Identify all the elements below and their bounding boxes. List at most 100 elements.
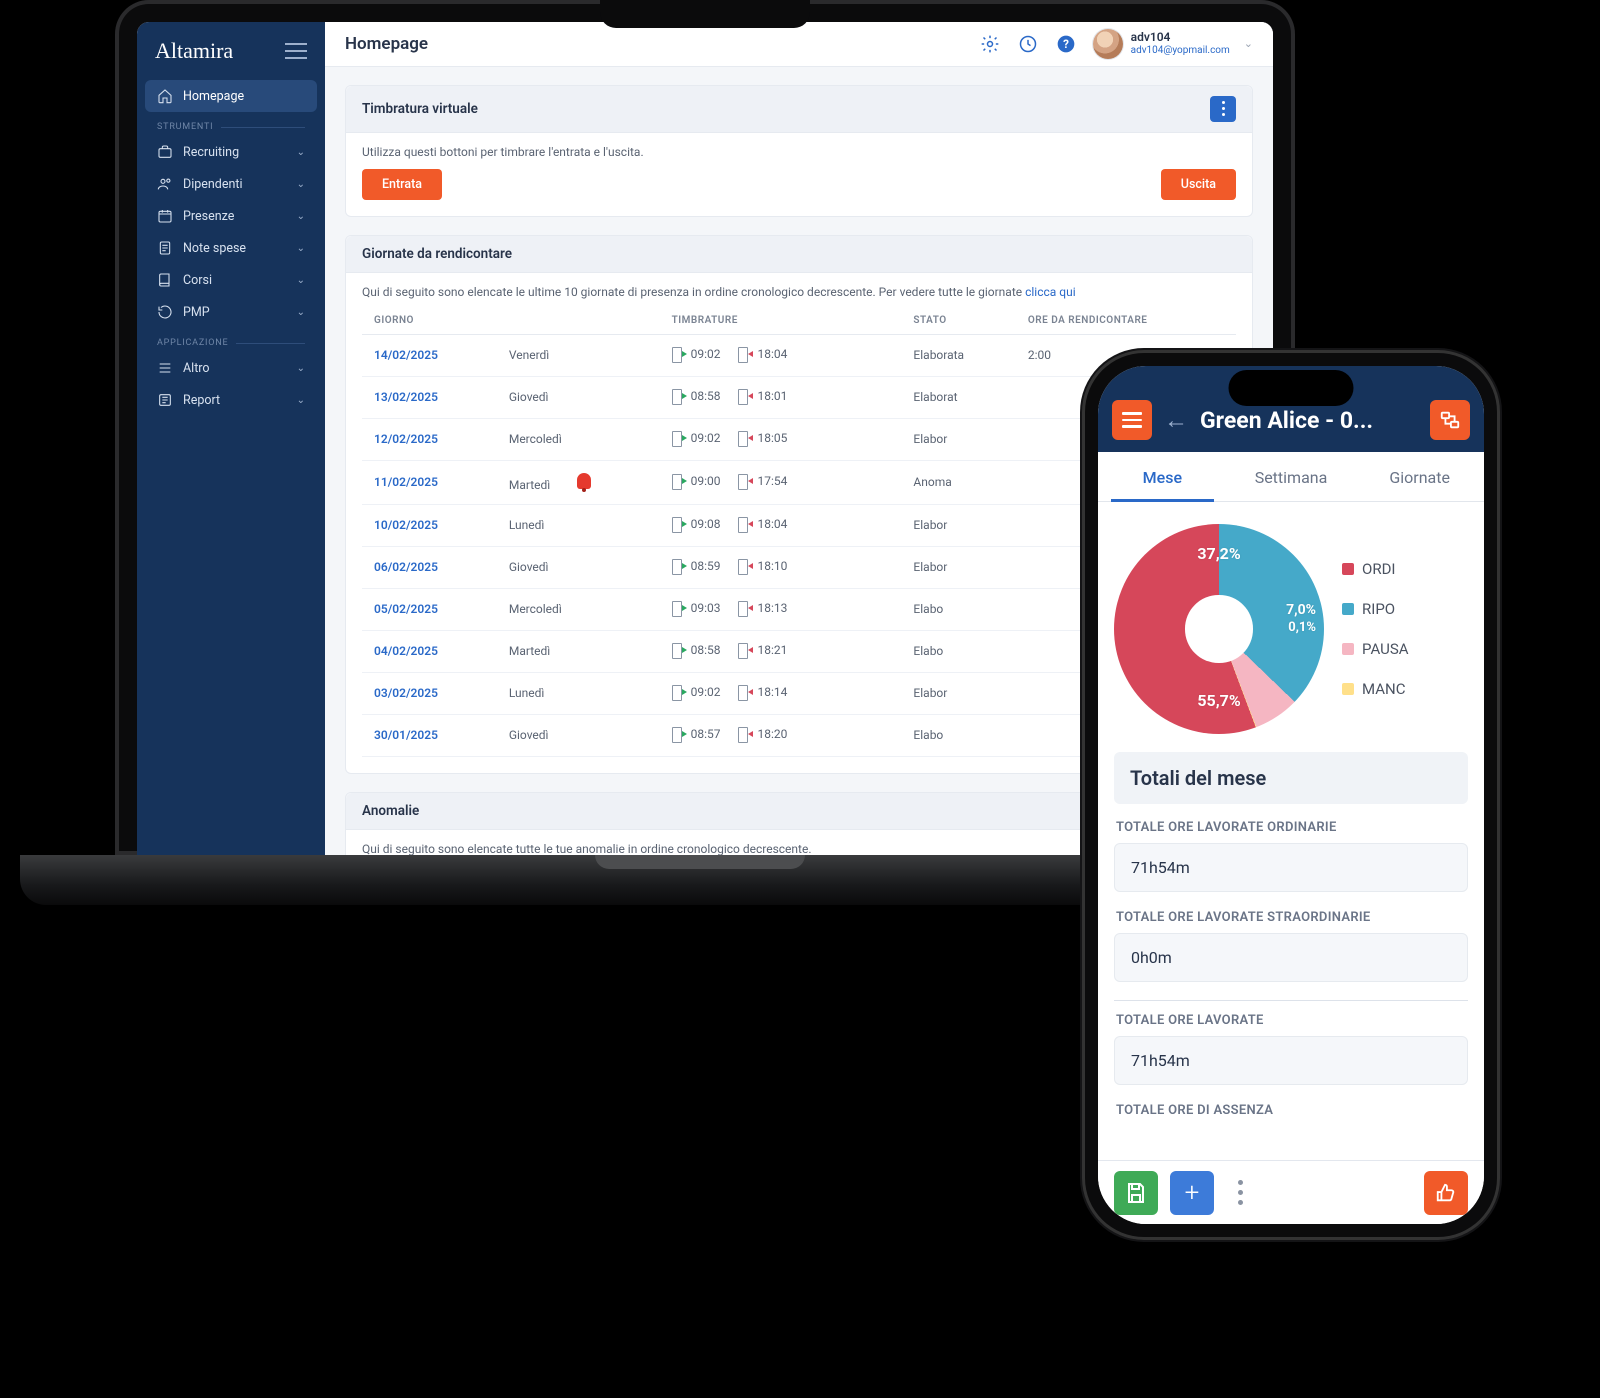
more-button[interactable] bbox=[1226, 1180, 1254, 1205]
donut-label-pausa: 7,0% bbox=[1286, 602, 1316, 618]
nav-item-altro[interactable]: Altro ⌄ bbox=[145, 352, 317, 384]
panel-menu-button[interactable] bbox=[1210, 96, 1236, 122]
nav-item-dipendenti[interactable]: Dipendenti ⌄ bbox=[145, 168, 317, 200]
brand-row: Altamira bbox=[137, 22, 325, 76]
chart-legend: ORDI RIPO PAUSA MANC bbox=[1342, 560, 1409, 698]
entrata-button[interactable]: Entrata bbox=[362, 169, 442, 200]
nav-item-recruiting[interactable]: Recruiting ⌄ bbox=[145, 136, 317, 168]
date-link[interactable]: 03/02/2025 bbox=[374, 686, 438, 700]
nav-item-pmp[interactable]: PMP ⌄ bbox=[145, 296, 317, 328]
page-title: Homepage bbox=[345, 34, 428, 54]
status-cell: Elabor bbox=[901, 418, 1015, 460]
nav-label: Presenze bbox=[183, 209, 234, 224]
date-link[interactable]: 11/02/2025 bbox=[374, 475, 438, 489]
chevron-down-icon: ⌄ bbox=[297, 363, 305, 374]
sidebar-toggle-icon[interactable] bbox=[285, 43, 307, 59]
legend-label: MANC bbox=[1362, 680, 1405, 698]
clock-icon[interactable] bbox=[1017, 33, 1039, 55]
alert-icon bbox=[577, 473, 591, 489]
legend-item: PAUSA bbox=[1342, 640, 1409, 658]
date-link[interactable]: 30/01/2025 bbox=[374, 728, 438, 742]
dow-cell: Giovedì bbox=[497, 546, 660, 588]
col-stato: STATO bbox=[901, 307, 1015, 335]
clock-in-icon bbox=[672, 559, 686, 573]
nav-item-notespese[interactable]: Note spese ⌄ bbox=[145, 232, 317, 264]
nav-label: Recruiting bbox=[183, 145, 239, 160]
user-menu[interactable]: adv104 adv104@yopmail.com ⌄ bbox=[1093, 29, 1253, 59]
col-timbrature: TIMBRATURE bbox=[660, 307, 902, 335]
approve-button[interactable] bbox=[1424, 1171, 1468, 1215]
save-button[interactable] bbox=[1114, 1171, 1158, 1215]
tab-giornate[interactable]: Giornate bbox=[1355, 452, 1484, 501]
dow-cell: Lunedì bbox=[497, 672, 660, 714]
status-cell: Elabor bbox=[901, 672, 1015, 714]
timbrature-cell: 08:5718:20 bbox=[660, 714, 902, 756]
topbar-right: ? adv104 adv104@yopmail.com ⌄ bbox=[979, 29, 1253, 59]
legend-swatch bbox=[1342, 603, 1354, 615]
clock-out-icon bbox=[738, 601, 752, 615]
date-link[interactable]: 10/02/2025 bbox=[374, 518, 438, 532]
dow-cell: Martedì bbox=[497, 630, 660, 672]
tab-mese[interactable]: Mese bbox=[1098, 452, 1227, 501]
clock-out-icon bbox=[738, 727, 752, 741]
donut-label-ordi: 55,7% bbox=[1197, 691, 1240, 710]
dow-cell: Martedì bbox=[497, 460, 660, 504]
dow-cell: Mercoledì bbox=[497, 588, 660, 630]
mobile-action-button[interactable] bbox=[1430, 400, 1470, 440]
dow-cell: Mercoledì bbox=[497, 418, 660, 460]
add-button[interactable]: + bbox=[1170, 1171, 1214, 1215]
uscita-button[interactable]: Uscita bbox=[1161, 169, 1236, 200]
totals-title: Totali del mese bbox=[1114, 752, 1468, 804]
back-icon[interactable]: ← bbox=[1164, 406, 1188, 435]
date-link[interactable]: 13/02/2025 bbox=[374, 390, 438, 404]
legend-swatch bbox=[1342, 683, 1354, 695]
nav-section-applicazione: APPLICAZIONE bbox=[145, 328, 317, 352]
tab-settimana[interactable]: Settimana bbox=[1227, 452, 1356, 501]
nav-label: Note spese bbox=[183, 241, 246, 256]
date-link[interactable]: 12/02/2025 bbox=[374, 432, 438, 446]
donut-chart: 37,2% 55,7% 7,0% 0,1% bbox=[1114, 524, 1324, 734]
timbrature-cell: 09:0318:13 bbox=[660, 588, 902, 630]
date-link[interactable]: 04/02/2025 bbox=[374, 644, 438, 658]
settings-icon[interactable] bbox=[979, 33, 1001, 55]
legend-swatch bbox=[1342, 563, 1354, 575]
clock-in-icon bbox=[672, 601, 686, 615]
stat-label: TOTALE ORE DI ASSENZA bbox=[1116, 1103, 1466, 1118]
phone-device: ← Green Alice - 0... Mese Settimana Gior… bbox=[1082, 350, 1500, 1240]
timbrature-cell: 09:0218:14 bbox=[660, 672, 902, 714]
nav-item-corsi[interactable]: Corsi ⌄ bbox=[145, 264, 317, 296]
date-link[interactable]: 06/02/2025 bbox=[374, 560, 438, 574]
mobile-title: Green Alice - 0... bbox=[1200, 407, 1418, 434]
legend-label: RIPO bbox=[1362, 600, 1395, 618]
legend-label: PAUSA bbox=[1362, 640, 1409, 658]
help-icon[interactable]: ? bbox=[1055, 33, 1077, 55]
sidebar: Altamira Homepage STRUMENTI Recruiting ⌄ bbox=[137, 22, 325, 855]
nav-item-homepage[interactable]: Homepage bbox=[145, 80, 317, 112]
chevron-down-icon: ⌄ bbox=[297, 275, 305, 286]
nav-item-presenze[interactable]: Presenze ⌄ bbox=[145, 200, 317, 232]
donut-chart-wrap: 37,2% 55,7% 7,0% 0,1% ORDI RIPO PAUSA MANC bbox=[1114, 524, 1468, 734]
nav-label: Dipendenti bbox=[183, 177, 243, 192]
link-clicca-qui[interactable]: clicca qui bbox=[1025, 285, 1076, 299]
stat-label: TOTALE ORE LAVORATE STRAORDINARIE bbox=[1116, 910, 1466, 925]
status-cell: Anoma bbox=[901, 460, 1015, 504]
status-cell: Elaborat bbox=[901, 376, 1015, 418]
dow-cell: Giovedì bbox=[497, 714, 660, 756]
nav-item-report[interactable]: Report ⌄ bbox=[145, 384, 317, 416]
chevron-down-icon: ⌄ bbox=[297, 395, 305, 406]
legend-label: ORDI bbox=[1362, 560, 1396, 578]
timbrature-cell: 08:5818:01 bbox=[660, 376, 902, 418]
panel-body: Utilizza questi bottoni per timbrare l'e… bbox=[346, 133, 1252, 216]
dow-cell: Lunedì bbox=[497, 504, 660, 546]
clock-in-icon bbox=[672, 643, 686, 657]
chevron-down-icon: ⌄ bbox=[297, 147, 305, 158]
date-link[interactable]: 14/02/2025 bbox=[374, 348, 438, 362]
date-link[interactable]: 05/02/2025 bbox=[374, 602, 438, 616]
calendar-icon bbox=[157, 208, 173, 224]
donut-label-ripo: 37,2% bbox=[1197, 544, 1240, 563]
tabs: Mese Settimana Giornate bbox=[1098, 452, 1484, 502]
clock-in-icon bbox=[672, 389, 686, 403]
mobile-menu-button[interactable] bbox=[1112, 400, 1152, 440]
clock-out-icon bbox=[738, 685, 752, 699]
list-icon bbox=[157, 360, 173, 376]
